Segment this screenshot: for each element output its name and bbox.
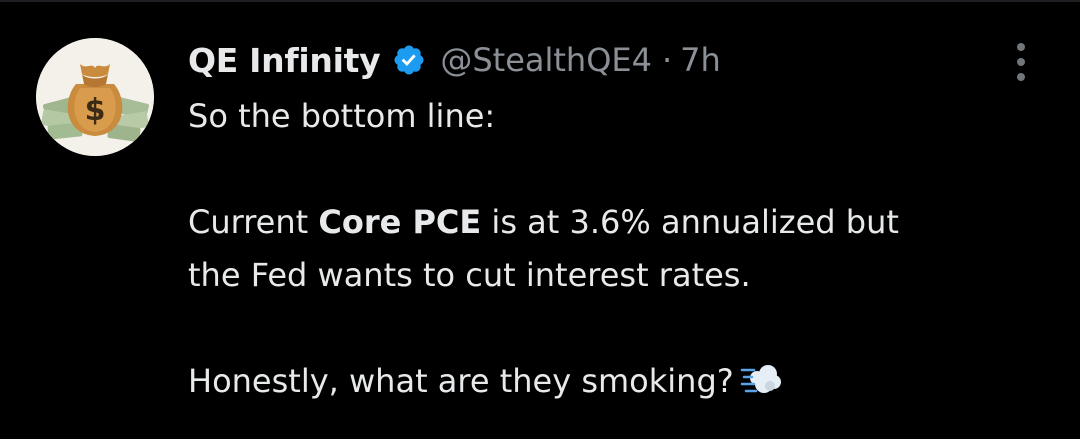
- svg-text:$: $: [85, 93, 106, 128]
- more-options-button[interactable]: [1004, 40, 1038, 84]
- tweet-line-4: Honestly, what are they smoking?: [188, 355, 1048, 408]
- dash-symbol-emoji-icon: [740, 360, 782, 398]
- tweet[interactable]: $ QE Infinity @StealthQE4 · 7h So the bo…: [0, 0, 1080, 439]
- handle[interactable]: @StealthQE4: [440, 41, 652, 79]
- timestamp[interactable]: 7h: [680, 41, 721, 79]
- tweet-line-2: Current Core PCE is at 3.6% annualized b…: [188, 196, 1048, 249]
- more-vertical-icon-dot: [1017, 73, 1025, 81]
- tweet-line-1: So the bottom line:: [188, 97, 496, 135]
- tweet-line-3: the Fed wants to cut interest rates.: [188, 256, 751, 294]
- separator-dot: ·: [661, 41, 673, 79]
- more-vertical-icon-dot: [1017, 58, 1025, 66]
- tweet-text: So the bottom line: Current Core PCE is …: [188, 90, 1048, 408]
- tweet-line-2-pre: Current: [188, 203, 319, 241]
- verified-badge-icon[interactable]: [392, 43, 426, 77]
- more-vertical-icon-dot: [1017, 43, 1025, 51]
- display-name[interactable]: QE Infinity: [188, 41, 381, 80]
- tweet-header: QE Infinity @StealthQE4 · 7h: [188, 34, 721, 86]
- tweet-line-2-bold: Core PCE: [318, 203, 482, 241]
- money-bag-icon: $: [36, 38, 154, 156]
- tweet-line-4-text: Honestly, what are they smoking?: [188, 362, 734, 400]
- tweet-line-2-post: is at 3.6% annualized but: [481, 203, 899, 241]
- avatar[interactable]: $: [36, 38, 154, 156]
